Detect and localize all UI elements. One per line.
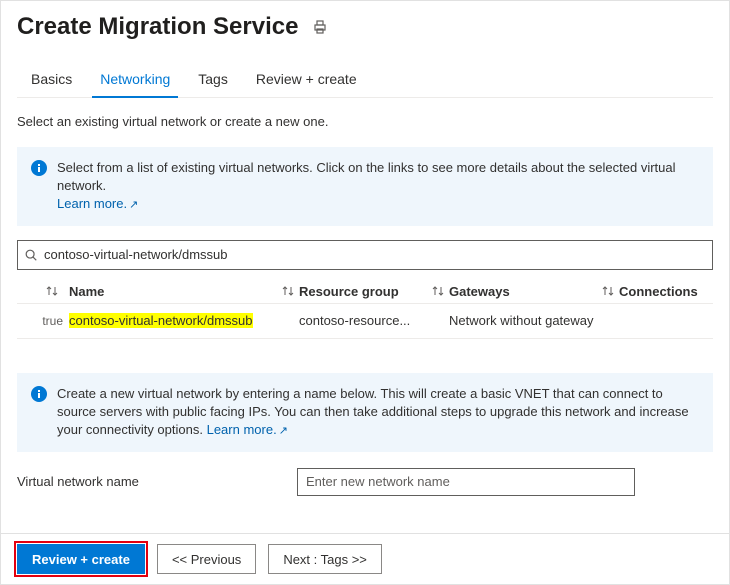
next-button[interactable]: Next : Tags >> [268, 544, 382, 574]
previous-button[interactable]: << Previous [157, 544, 256, 574]
sort-icon[interactable] [45, 284, 59, 298]
external-link-icon: ↗ [129, 199, 138, 211]
row-gateways: Network without gateway [449, 313, 619, 328]
horizontal-scrollbar[interactable] [17, 341, 713, 359]
review-create-button[interactable]: Review + create [17, 544, 145, 574]
learn-more-link-1[interactable]: Learn more.↗ [57, 196, 138, 211]
col-header-resource-group[interactable]: Resource group [299, 284, 399, 299]
vnet-name-label: Virtual network name [17, 474, 297, 489]
col-header-connections[interactable]: Connections [619, 284, 698, 299]
vnet-name-input[interactable] [297, 468, 635, 496]
sort-icon[interactable] [431, 284, 445, 298]
tab-basics[interactable]: Basics [17, 65, 86, 97]
col-header-gateways[interactable]: Gateways [449, 284, 510, 299]
external-link-icon: ↗ [279, 425, 288, 437]
sort-icon[interactable] [281, 284, 295, 298]
info-existing-vnet-text: Select from a list of existing virtual n… [57, 160, 676, 193]
row-resource-group: contoso-resource... [299, 313, 449, 328]
row-selected-text: true [17, 314, 69, 328]
vnet-table-header: Name Resource group Gateways Connections [17, 280, 713, 304]
info-box-existing-vnet: Select from a list of existing virtual n… [17, 147, 713, 226]
vnet-search-box[interactable] [17, 240, 713, 270]
col-header-name[interactable]: Name [69, 284, 104, 299]
tab-tags[interactable]: Tags [184, 65, 242, 97]
search-icon [24, 248, 38, 262]
tab-bar: Basics Networking Tags Review + create [17, 65, 713, 98]
learn-more-link-2[interactable]: Learn more.↗ [207, 422, 288, 437]
table-row[interactable]: true contoso-virtual-network/dmssub cont… [17, 304, 713, 339]
row-name[interactable]: contoso-virtual-network/dmssub [69, 313, 253, 328]
info-box-create-vnet: Create a new virtual network by entering… [17, 373, 713, 452]
vnet-search-input[interactable] [42, 242, 706, 268]
tab-networking[interactable]: Networking [86, 65, 184, 97]
footer-bar: Review + create << Previous Next : Tags … [1, 533, 729, 584]
page-title: Create Migration Service [17, 13, 298, 41]
print-icon[interactable] [312, 19, 328, 35]
tab-review-create[interactable]: Review + create [242, 65, 371, 97]
intro-text: Select an existing virtual network or cr… [17, 114, 713, 129]
info-create-vnet-text: Create a new virtual network by entering… [57, 386, 689, 437]
info-icon [31, 385, 47, 402]
info-icon [31, 159, 47, 176]
sort-icon[interactable] [601, 284, 615, 298]
